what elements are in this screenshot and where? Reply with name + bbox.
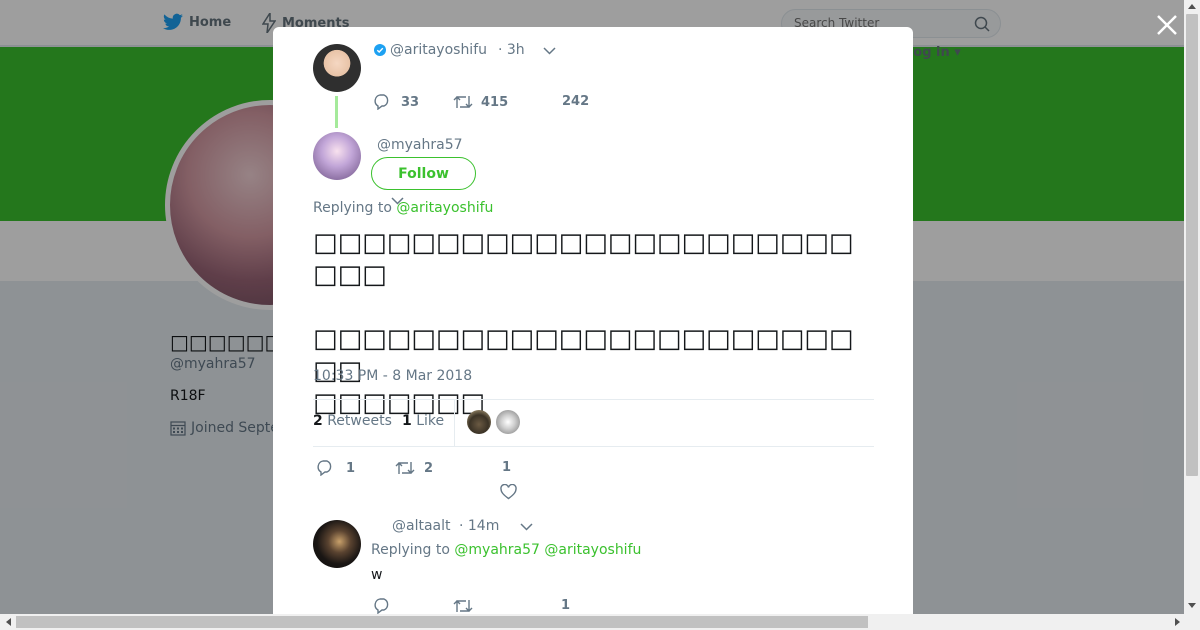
like-count: 1 <box>561 598 571 613</box>
retweet-icon <box>395 462 415 474</box>
heart-icon[interactable] <box>500 484 517 500</box>
scroll-up-icon[interactable] <box>1187 2 1197 10</box>
like-count: 242 <box>562 94 590 109</box>
retweet-icon <box>453 96 473 108</box>
vertical-scrollbar-thumb[interactable] <box>1186 14 1198 476</box>
reply-icon <box>374 94 389 110</box>
close-icon[interactable] <box>1155 13 1179 37</box>
avatar[interactable] <box>496 410 520 434</box>
like-action[interactable]: 242 <box>562 94 589 109</box>
tweet-time[interactable]: · 3h <box>498 42 525 58</box>
replying-to: Replying to @myahra57 @aritayoshifu <box>371 542 641 558</box>
scroll-right-icon[interactable] <box>1174 617 1182 627</box>
tweet-timestamp[interactable]: 10:33 PM - 8 Mar 2018 <box>313 368 472 384</box>
retweet-count: 2 <box>424 460 434 476</box>
tweet-text: □□□□□□□□□□□□□□□□□□□□□□□□□ □□□□□□□□□□□□□□… <box>313 228 854 418</box>
horizontal-scrollbar-thumb[interactable] <box>16 616 868 628</box>
replying-prefix: Replying to <box>371 542 450 558</box>
reply-action[interactable]: 1 <box>316 460 355 476</box>
stats-divider <box>454 400 455 446</box>
replying-to-link[interactable]: @aritayoshifu <box>544 542 641 558</box>
reply-icon <box>317 460 332 476</box>
reply-count: 33 <box>401 94 420 110</box>
tweet-text: w <box>371 567 383 583</box>
tweet-modal: @aritayoshifu · 3h 33 415 242 @myahra57 … <box>273 27 913 614</box>
tweet-stats: 2 Retweets 1 Like <box>313 399 874 447</box>
reply-icon[interactable] <box>373 598 391 614</box>
replying-to-link[interactable]: @myahra57 <box>454 542 540 558</box>
scroll-down-icon[interactable] <box>1187 602 1197 610</box>
chevron-down-icon[interactable] <box>543 47 556 55</box>
likes-stat-count: 1 <box>402 413 412 429</box>
retweets-stat-label: Retweets <box>327 413 392 429</box>
scroll-left-icon[interactable] <box>4 617 12 627</box>
retweet-count: 415 <box>481 94 509 110</box>
likes-stat[interactable]: 1 Like <box>402 413 444 429</box>
follow-button[interactable]: Follow <box>371 157 476 190</box>
avatar[interactable] <box>313 132 361 180</box>
replying-prefix: Replying to <box>313 200 392 216</box>
retweet-action[interactable]: 415 <box>453 94 508 110</box>
reply-count: 1 <box>346 460 356 476</box>
tweet-handle[interactable]: @aritayoshifu <box>390 42 487 58</box>
likes-stat-label: Like <box>416 413 445 429</box>
replying-to-link[interactable]: @aritayoshifu <box>396 200 493 216</box>
like-count: 1 <box>502 460 512 475</box>
thread-line <box>335 96 338 128</box>
tweet-handle[interactable]: @myahra57 <box>377 137 463 153</box>
retweet-action[interactable]: 2 <box>395 460 433 476</box>
retweets-stat[interactable]: 2 Retweets <box>313 413 392 429</box>
tweet-handle[interactable]: @altaalt <box>392 518 451 534</box>
tweet-time[interactable]: · 14m <box>459 518 499 534</box>
retweets-stat-count: 2 <box>313 413 323 429</box>
avatar[interactable] <box>467 410 491 434</box>
avatar[interactable] <box>313 44 361 92</box>
reply-action[interactable]: 33 <box>373 94 419 110</box>
replying-to: Replying to @aritayoshifu <box>313 200 493 216</box>
chevron-down-icon[interactable] <box>520 523 533 531</box>
retweet-icon[interactable] <box>453 598 473 614</box>
verified-icon <box>374 44 386 56</box>
avatar[interactable] <box>313 520 361 568</box>
